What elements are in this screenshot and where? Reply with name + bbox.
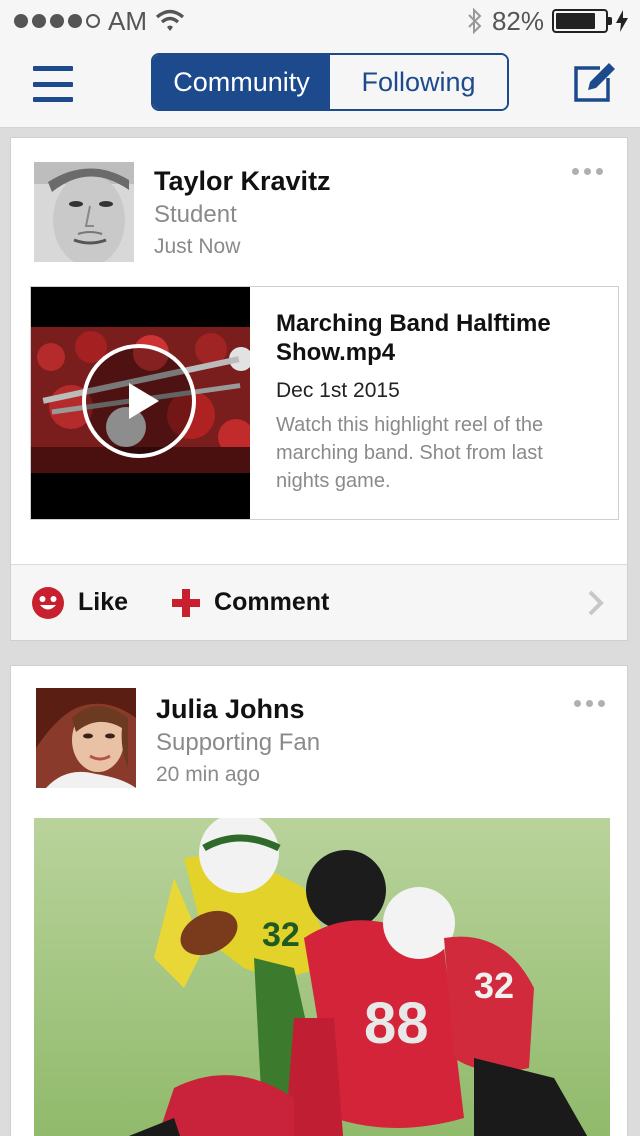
- avatar[interactable]: [34, 162, 134, 262]
- post-timestamp: Just Now: [154, 235, 241, 258]
- status-bar: AM 82%: [0, 0, 640, 42]
- bluetooth-icon: [468, 7, 482, 35]
- author-name[interactable]: Julia Johns: [156, 694, 305, 725]
- feed-segmented-control: Community Following: [151, 53, 509, 111]
- post-timestamp: 20 min ago: [156, 763, 260, 786]
- more-options-icon[interactable]: [572, 168, 603, 175]
- plus-icon: [172, 588, 201, 617]
- smiley-icon: [32, 586, 64, 619]
- status-right: 82%: [466, 6, 628, 37]
- battery-percent: 82%: [491, 5, 544, 36]
- tab-community[interactable]: Community: [153, 55, 330, 109]
- author-role: Supporting Fan: [156, 729, 321, 756]
- like-button[interactable]: Like: [32, 586, 129, 619]
- attachment-description: Watch this highlight reel of the marchin…: [276, 414, 544, 492]
- photo-attachment[interactable]: 32 88 32: [34, 818, 610, 1136]
- jersey-number: 88: [364, 991, 429, 1056]
- post-action-bar: Like Comment: [11, 564, 627, 640]
- play-video-icon[interactable]: [81, 343, 197, 459]
- jersey-number: 32: [474, 965, 514, 1006]
- attachment-date: Dec 1st 2015: [276, 379, 400, 402]
- compose-icon[interactable]: [572, 62, 616, 104]
- more-options-icon[interactable]: [574, 700, 605, 707]
- jersey-number: 32: [262, 916, 300, 954]
- author-role: Student: [154, 201, 237, 228]
- battery-level-fill: [556, 13, 596, 29]
- charging-bolt-icon: [616, 10, 628, 32]
- video-attachment[interactable]: Marching Band Halftime Show.mp4 Dec 1st …: [30, 286, 619, 520]
- hamburger-menu-icon[interactable]: [33, 66, 73, 102]
- signal-dots-icon: [14, 14, 100, 28]
- status-time: AM: [108, 5, 147, 36]
- chevron-right-icon[interactable]: [587, 589, 605, 622]
- post-card: Taylor Kravitz Student Just Now Marching…: [10, 137, 628, 641]
- wifi-icon: [155, 9, 185, 31]
- comment-button[interactable]: Comment: [172, 588, 329, 617]
- attachment-title: Marching Band Halftime Show.mp4: [276, 310, 551, 366]
- tab-following[interactable]: Following: [330, 55, 507, 109]
- avatar[interactable]: [36, 688, 136, 788]
- attachment-details: Marching Band Halftime Show.mp4 Dec 1st …: [250, 287, 618, 519]
- like-label: Like: [78, 588, 129, 616]
- status-left: AM: [14, 6, 185, 37]
- nav-bar: Community Following: [0, 42, 640, 128]
- author-name[interactable]: Taylor Kravitz: [154, 166, 331, 197]
- video-thumbnail: [31, 287, 250, 519]
- battery-icon: [552, 9, 612, 33]
- comment-label: Comment: [214, 588, 330, 616]
- post-card: Julia Johns Supporting Fan 20 min ago 32: [10, 665, 628, 1136]
